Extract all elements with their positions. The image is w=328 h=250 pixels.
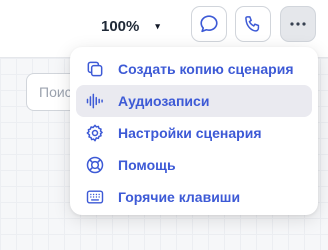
call-button[interactable] <box>235 6 271 42</box>
menu-item-copy-scenario[interactable]: Создать копию сценария <box>76 53 312 85</box>
chat-button[interactable] <box>191 6 227 42</box>
menu-item-label: Помощь <box>118 157 176 173</box>
chat-bubble-icon <box>198 13 220 35</box>
menu-item-label: Создать копию сценария <box>118 61 294 77</box>
menu-item-hotkeys[interactable]: Горячие клавиши <box>76 181 312 213</box>
menu-item-label: Горячие клавиши <box>118 189 241 205</box>
gear-icon <box>84 122 106 144</box>
copy-icon <box>84 58 106 80</box>
menu-item-help[interactable]: Помощь <box>76 149 312 181</box>
caret-down-icon: ▾ <box>155 20 160 31</box>
zoom-value: 100% <box>101 17 140 35</box>
menu-item-label: Настройки сценария <box>118 125 262 141</box>
menu-item-audio-recordings[interactable]: Аудиозаписи <box>76 85 312 117</box>
more-horizontal-icon <box>288 21 308 27</box>
keyboard-icon <box>84 186 106 208</box>
more-button[interactable] <box>280 6 316 42</box>
menu-item-label: Аудиозаписи <box>118 93 210 109</box>
audio-wave-icon <box>84 90 106 112</box>
lifebuoy-icon <box>84 154 106 176</box>
phone-icon <box>243 14 263 34</box>
more-menu: Создать копию сценария Аудиозаписи Настр… <box>70 47 318 215</box>
menu-item-scenario-settings[interactable]: Настройки сценария <box>76 117 312 149</box>
zoom-selector[interactable]: 100% ▾ <box>101 15 160 37</box>
